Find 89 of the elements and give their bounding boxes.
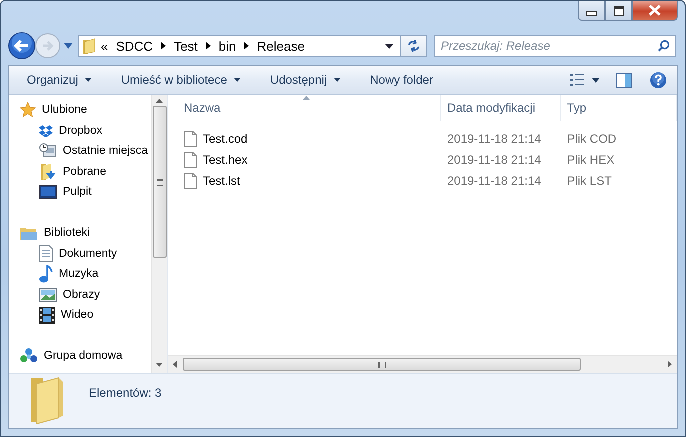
sidebar-item[interactable]: Ulubione (9, 100, 151, 120)
scroll-thumb[interactable] (183, 358, 581, 371)
sidebar-item[interactable]: Muzyka (9, 264, 151, 284)
toolbar-button[interactable]: Organizuj (19, 70, 100, 90)
film-icon (39, 306, 55, 324)
breadcrumb[interactable]: SDCC (116, 38, 154, 54)
sidebar-label: Pulpit (63, 186, 92, 198)
file-name: Test.cod (203, 132, 248, 146)
file-icon (184, 152, 197, 168)
breadcrumb[interactable]: Test (174, 38, 198, 54)
close-button[interactable] (632, 1, 678, 21)
sidebar-item[interactable]: Grupa domowa (9, 346, 151, 366)
scroll-down-icon[interactable] (156, 363, 163, 367)
toolbar-button[interactable]: Udostępnij (262, 70, 350, 90)
dropdown-icon[interactable] (385, 44, 394, 48)
dropbox-icon (39, 124, 53, 137)
library-folder-icon (20, 226, 38, 241)
refresh-button[interactable] (401, 35, 427, 57)
downloads-folder-icon (39, 162, 57, 181)
sidebar-item[interactable]: Biblioteki (9, 223, 151, 244)
breadcrumb[interactable]: bin (218, 38, 236, 54)
file-row[interactable]: Test.hex 2019-11-18 21:14 Plik HEX (178, 149, 677, 170)
file-type: Plik LST (566, 174, 613, 188)
sidebar-item[interactable]: Dropbox (9, 120, 151, 141)
refresh-icon (406, 40, 420, 52)
desktop-icon (39, 185, 57, 200)
document-icon (39, 245, 53, 262)
item-count: Elementów: 3 (89, 386, 162, 400)
star-icon (20, 102, 36, 118)
scroll-left-icon[interactable] (173, 361, 177, 368)
file-name: Test.lst (203, 174, 240, 188)
sidebar-label: Ulubione (42, 104, 88, 116)
file-type: Plik HEX (566, 152, 616, 166)
file-row[interactable]: Test.lst 2019-11-18 21:14 Plik LST (178, 170, 677, 191)
recent-places-icon (39, 143, 57, 160)
vertical-scrollbar[interactable] (151, 95, 167, 373)
close-icon (649, 5, 661, 16)
folder-icon (29, 376, 65, 424)
file-row[interactable]: Test.cod 2019-11-18 21:14 Plik COD (178, 128, 677, 149)
sidebar-label: Wideo (61, 309, 94, 322)
chevron-icon[interactable] (161, 42, 166, 50)
preview-pane-icon[interactable] (616, 72, 632, 88)
scroll-up-icon[interactable] (156, 99, 163, 103)
chevron-icon[interactable] (244, 42, 250, 50)
sidebar-label: Dokumenty (59, 248, 118, 260)
sidebar-label: Pobrane (63, 166, 106, 178)
overflow-chevron[interactable]: « (101, 38, 108, 54)
column-header[interactable]: Data modyfikacji (441, 95, 562, 121)
scroll-right-icon[interactable] (668, 361, 672, 368)
address-bar[interactable]: « SDCC Test bin Release (78, 35, 401, 57)
file-type: Plik COD (566, 132, 618, 146)
sidebar-item[interactable]: Ostatnie miejsca (9, 141, 151, 162)
sidebar-item[interactable]: Obrazy (9, 284, 151, 305)
file-icon (184, 130, 197, 146)
sidebar-item[interactable]: Wideo (9, 305, 151, 326)
sidebar-item[interactable]: Pulpit (9, 182, 151, 202)
back-icon[interactable] (8, 32, 36, 60)
sidebar-label: Dropbox (59, 124, 102, 137)
file-icon (184, 172, 197, 188)
modified-date: 2019-11-18 21:14 (446, 152, 542, 166)
breadcrumb[interactable]: Release (257, 38, 305, 54)
column-header[interactable]: Typ (561, 95, 677, 121)
sidebar-item[interactable]: Pobrane (9, 162, 151, 182)
file-name: Test.hex (203, 152, 248, 166)
minimize-button[interactable] (578, 1, 605, 21)
modified-date: 2019-11-18 21:14 (446, 132, 542, 146)
modified-date: 2019-11-18 21:14 (446, 174, 542, 188)
scroll-thumb[interactable] (152, 106, 166, 258)
search-icon[interactable] (658, 40, 670, 52)
toolbar-button[interactable]: Umieść w bibliotece (113, 70, 250, 90)
sidebar-label: Obrazy (63, 288, 100, 301)
column-header[interactable]: Nazwa (178, 95, 442, 121)
maximize-button[interactable] (605, 1, 632, 21)
dropdown-icon[interactable] (592, 78, 600, 82)
folder-icon (82, 38, 96, 54)
homegroup-icon (20, 348, 38, 364)
picture-icon (39, 288, 57, 302)
sidebar-label: Ostatnie miejsca (63, 145, 148, 158)
search-field[interactable]: Przeszukaj: Release (434, 35, 676, 57)
sidebar-label: Muzyka (59, 268, 99, 280)
toolbar-button[interactable]: Nowy folder (362, 70, 442, 90)
help-icon[interactable] (650, 72, 667, 88)
sidebar-item[interactable]: Dokumenty (9, 244, 151, 264)
music-note-icon (39, 265, 53, 284)
horizontal-scrollbar[interactable] (168, 355, 677, 373)
view-options-icon[interactable] (570, 74, 584, 86)
sidebar-label: Grupa domowa (44, 350, 123, 362)
sidebar-label: Biblioteki (44, 227, 90, 240)
chevron-icon[interactable] (206, 42, 211, 50)
